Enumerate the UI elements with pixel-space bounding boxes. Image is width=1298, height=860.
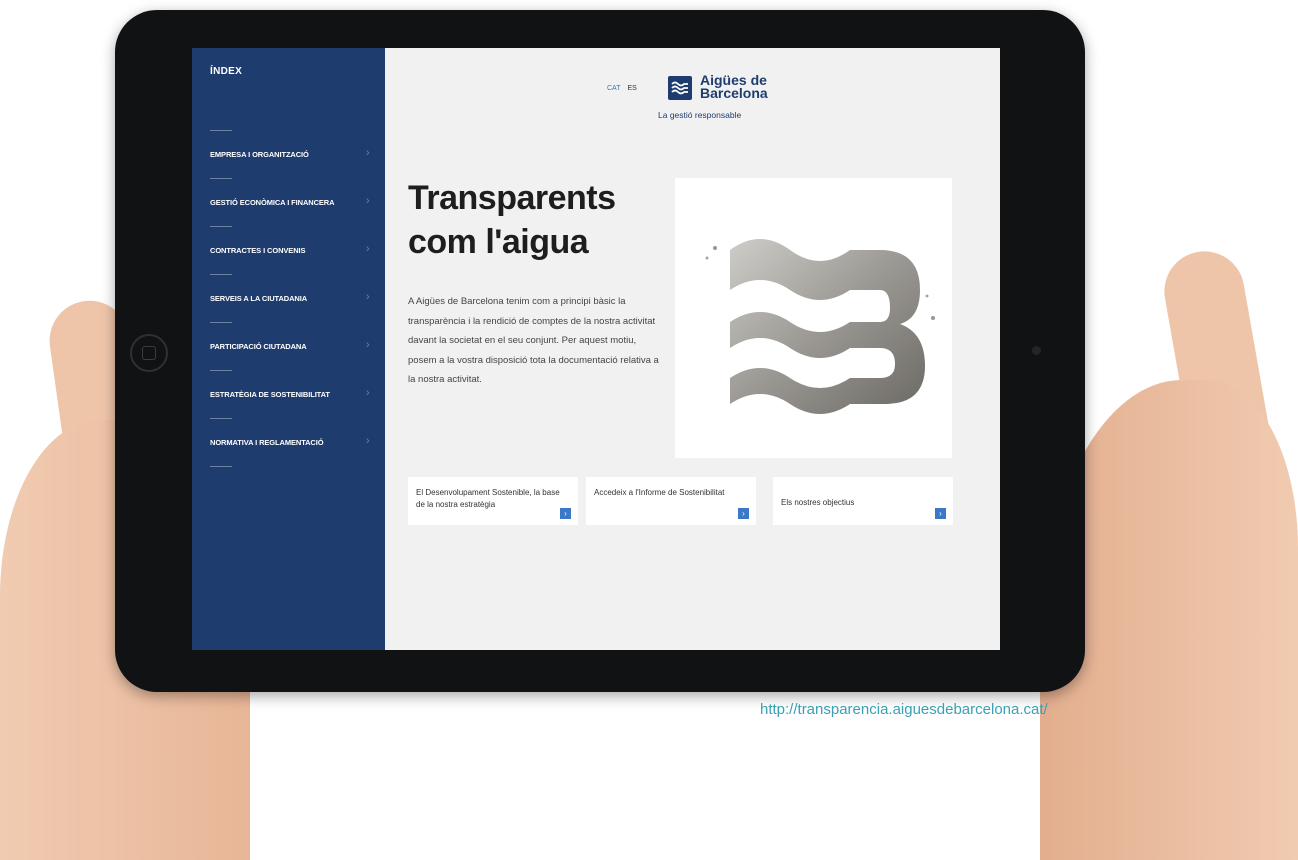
divider (210, 178, 232, 179)
sidebar-item-normativa[interactable]: NORMATIVA I REGLAMENTACIÓ › (192, 418, 385, 466)
lang-cat-link[interactable]: CAT (607, 85, 620, 92)
card-text: Accedeix a l'Informe de Sostenibilitat (594, 488, 725, 497)
camera-icon (1032, 346, 1041, 355)
page-title: Transparents com l'aigua (408, 179, 616, 261)
sidebar-item-participacio[interactable]: PARTICIPACIÓ CIUTADANA › (192, 322, 385, 370)
sidebar-item-label: GESTIÓ ECONÒMICA I FINANCERA (210, 198, 335, 207)
sidebar-item-empresa[interactable]: EMPRESA I ORGANITZACIÓ › (192, 130, 385, 178)
divider (210, 418, 232, 419)
sidebar-item-label: PARTICIPACIÓ CIUTADANA (210, 342, 307, 351)
water-logo-illustration (705, 239, 935, 414)
sidebar-nav: EMPRESA I ORGANITZACIÓ › GESTIÓ ECONÒMIC… (192, 130, 385, 466)
sidebar-item-serveis[interactable]: SERVEIS A LA CIUTADANIA › (192, 274, 385, 322)
index-title: ÍNDEX (210, 66, 243, 77)
divider (210, 466, 232, 467)
lang-es-link[interactable]: ES (627, 85, 636, 92)
sidebar-item-estrategia[interactable]: ESTRATÈGIA DE SOSTENIBILITAT › (192, 370, 385, 418)
hero-image (675, 178, 952, 458)
home-button[interactable] (130, 334, 168, 372)
divider (210, 322, 232, 323)
tablet-screen: ÍNDEX EMPRESA I ORGANITZACIÓ › GESTIÓ EC… (192, 48, 1000, 650)
logo-tagline: La gestió responsable (658, 110, 742, 120)
chevron-right-icon: › (366, 291, 370, 303)
chevron-right-icon: › (366, 243, 370, 255)
divider (210, 370, 232, 371)
chevron-right-icon: › (366, 387, 370, 399)
sidebar-item-label: NORMATIVA I REGLAMENTACIÓ (210, 438, 324, 447)
chevron-right-icon: › (366, 339, 370, 351)
card-text: El Desenvolupament Sostenible, la base d… (416, 488, 560, 509)
divider (210, 274, 232, 275)
arrow-right-icon[interactable]: › (935, 508, 946, 519)
card-text: Els nostres objectius (781, 498, 855, 507)
tablet-device: ÍNDEX EMPRESA I ORGANITZACIÓ › GESTIÓ EC… (115, 10, 1085, 692)
sidebar-item-label: ESTRATÈGIA DE SOSTENIBILITAT (210, 390, 330, 399)
card-desenvolupament[interactable]: El Desenvolupament Sostenible, la base d… (408, 477, 578, 525)
intro-text: A Aigües de Barcelona tenim com a princi… (408, 296, 659, 385)
card-informe[interactable]: Accedeix a l'Informe de Sostenibilitat › (586, 477, 756, 525)
language-switcher: CAT ES (607, 85, 637, 92)
sidebar: ÍNDEX EMPRESA I ORGANITZACIÓ › GESTIÓ EC… (192, 48, 385, 650)
sidebar-item-gestio[interactable]: GESTIÓ ECONÒMICA I FINANCERA › (192, 178, 385, 226)
brand-logo[interactable]: Aigües de Barcelona La gestió responsabl… (658, 72, 788, 124)
sidebar-item-label: SERVEIS A LA CIUTADANIA (210, 294, 308, 303)
chevron-right-icon: › (366, 147, 370, 159)
arrow-right-icon[interactable]: › (738, 508, 749, 519)
chevron-right-icon: › (366, 195, 370, 207)
sidebar-item-label: EMPRESA I ORGANITZACIÓ (210, 150, 309, 159)
feature-cards: El Desenvolupament Sostenible, la base d… (408, 477, 953, 525)
sidebar-item-label: CONTRACTES I CONVENIS (210, 246, 306, 255)
site-url[interactable]: http://transparencia.aiguesdebarcelona.c… (760, 701, 1048, 718)
divider (210, 130, 232, 131)
arrow-right-icon[interactable]: › (560, 508, 571, 519)
chevron-right-icon: › (366, 435, 370, 447)
logo-mark-icon (668, 76, 692, 100)
logo-name: Aigües de Barcelona (700, 72, 768, 101)
sidebar-item-contractes[interactable]: CONTRACTES I CONVENIS › (192, 226, 385, 274)
card-objectius[interactable]: Els nostres objectius › (773, 477, 953, 525)
divider (210, 226, 232, 227)
